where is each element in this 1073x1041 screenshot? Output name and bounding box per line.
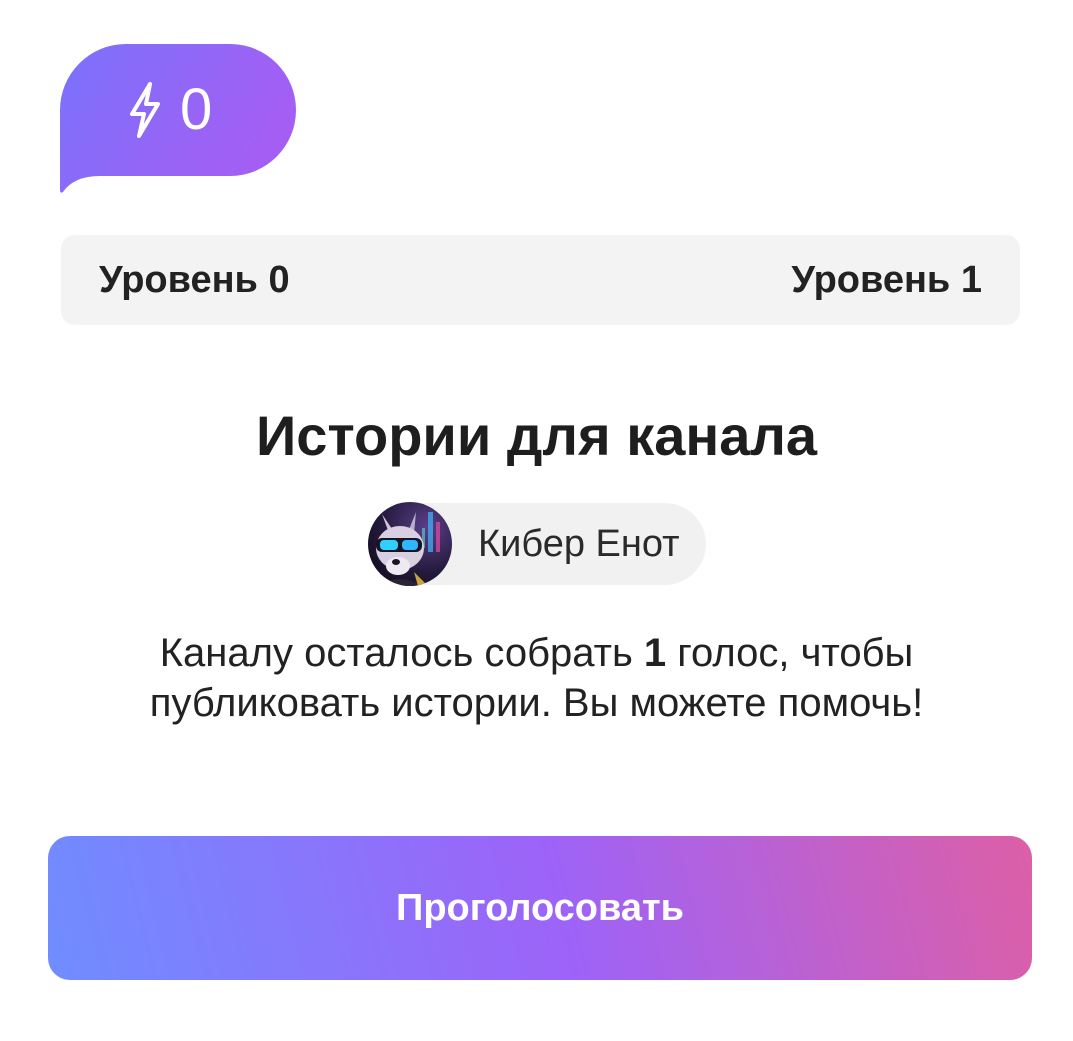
level-progress-bar: Уровень 0 Уровень 1 bbox=[61, 235, 1020, 325]
boost-content: 0 bbox=[128, 76, 212, 144]
channel-name: Кибер Енот bbox=[478, 522, 680, 565]
boost-badge: 0 bbox=[60, 44, 296, 194]
next-level-label: Уровень 1 bbox=[791, 258, 982, 301]
vote-button[interactable]: Проголосовать bbox=[48, 836, 1032, 980]
channel-chip[interactable]: Кибер Енот bbox=[368, 502, 706, 586]
raccoon-avatar-icon bbox=[368, 502, 452, 586]
boost-count: 0 bbox=[180, 77, 213, 142]
current-level-label: Уровень 0 bbox=[99, 258, 290, 301]
lightning-bolt-icon bbox=[130, 82, 160, 138]
description-text-before: Каналу осталось собрать bbox=[159, 631, 644, 675]
boost-description: Каналу осталось собрать 1 голос, чтобы п… bbox=[90, 628, 983, 728]
page-title: Истории для канала bbox=[255, 404, 818, 467]
votes-needed-count: 1 bbox=[643, 631, 667, 675]
